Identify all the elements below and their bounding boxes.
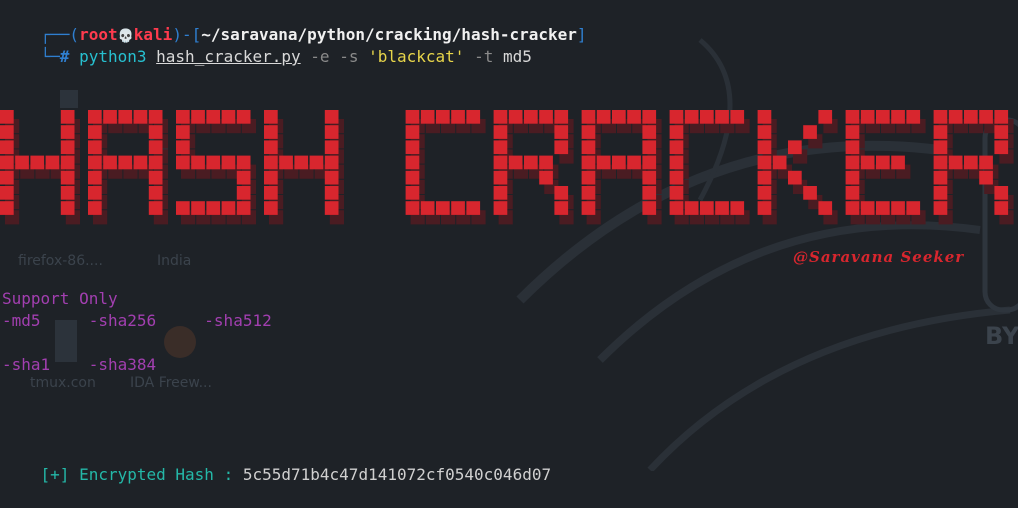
banner-letter-7 bbox=[581, 110, 662, 225]
banner-letter-3 bbox=[264, 110, 344, 225]
cmd-flag-e: -e bbox=[310, 47, 330, 66]
banner-letter-6 bbox=[493, 110, 574, 225]
banner-letter-1 bbox=[88, 110, 168, 225]
banner-letter-2 bbox=[176, 110, 256, 225]
hash-cracker-banner bbox=[0, 110, 1014, 225]
cmd-algo: md5 bbox=[502, 47, 532, 66]
banner-letter-10 bbox=[845, 110, 926, 225]
cmd-secret: 'blackcat' bbox=[368, 47, 465, 66]
result-hash-value: 5c55d71b4c47d141072cf0540c046d07 bbox=[242, 465, 552, 484]
cmd-program: python3 bbox=[79, 47, 147, 66]
banner-letter-5 bbox=[405, 110, 486, 225]
result-prefix: [+] bbox=[40, 465, 70, 484]
result-line: [+] Encrypted Hash : 5c55d71b4c47d141072… bbox=[2, 442, 552, 508]
result-label: Encrypted Hash : bbox=[79, 465, 243, 484]
terminal-window[interactable]: ┌──(root💀kali)-[~/saravana/python/cracki… bbox=[0, 0, 1018, 484]
banner-letter-8 bbox=[669, 110, 750, 225]
support-row-2: -sha1 -sha384 bbox=[2, 355, 157, 374]
banner-letter-11 bbox=[933, 110, 1014, 225]
banner-letter-9 bbox=[757, 110, 838, 225]
support-row-1: -md5 -sha256 -sha512 bbox=[2, 311, 272, 330]
cmd-flag-s: -s bbox=[339, 47, 359, 66]
author-signature: @Saravana Seeker bbox=[793, 248, 965, 266]
cmd-flag-t: -t bbox=[474, 47, 494, 66]
support-heading: Support Only bbox=[2, 289, 118, 308]
prompt-symbol: # bbox=[59, 47, 70, 66]
command-line[interactable]: └─# python3 hash_cracker.py -e -s 'black… bbox=[2, 24, 532, 90]
cmd-script: hash_cracker.py bbox=[156, 47, 301, 66]
banner-letter-0 bbox=[0, 110, 80, 225]
